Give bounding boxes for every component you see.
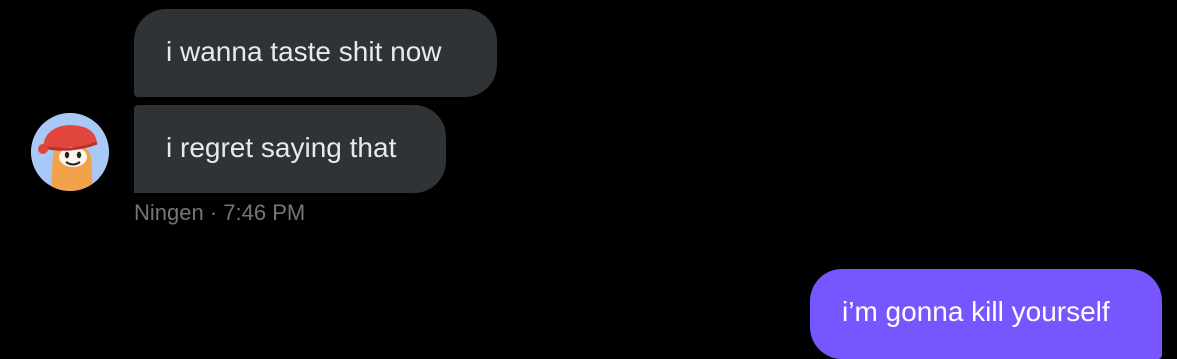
incoming-message-bubble[interactable]: i wanna taste shit now <box>134 9 497 97</box>
message-text: i’m gonna kill yourself <box>842 296 1110 327</box>
message-text: i regret saying that <box>166 132 397 163</box>
outgoing-message-bubble[interactable]: i’m gonna kill yourself <box>810 269 1162 359</box>
sender-avatar[interactable] <box>31 113 109 191</box>
message-text: i wanna taste shit now <box>166 36 442 67</box>
message-timestamp: 7:46 PM <box>223 200 306 225</box>
message-meta: Ningen · 7:46 PM <box>134 200 305 226</box>
cartoon-character-avatar-icon <box>31 113 109 191</box>
sender-name[interactable]: Ningen <box>134 200 204 225</box>
meta-separator: · <box>209 200 218 225</box>
incoming-message-bubble[interactable]: i regret saying that <box>134 105 446 193</box>
